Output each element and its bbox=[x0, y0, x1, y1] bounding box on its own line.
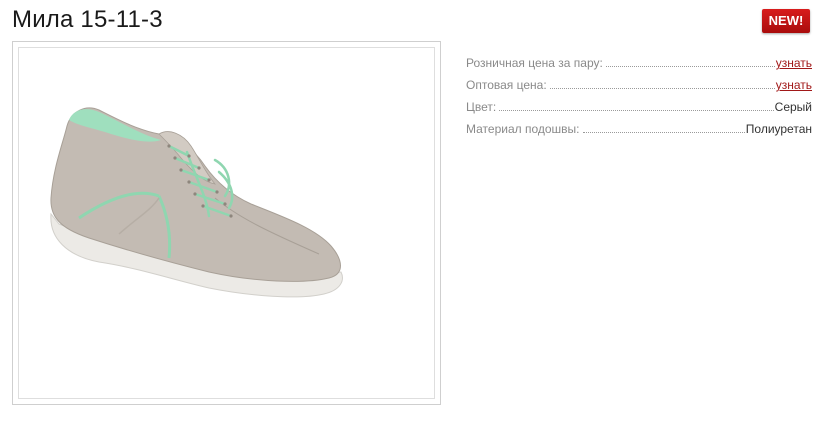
wholesale-price-link[interactable]: узнать bbox=[776, 77, 812, 93]
shoe-image bbox=[50, 107, 343, 298]
property-row-sole-material: Материал подошвы: Полиуретан bbox=[466, 115, 812, 137]
dotted-leader bbox=[549, 87, 775, 89]
product-photo[interactable] bbox=[18, 47, 435, 399]
dotted-leader bbox=[582, 131, 745, 133]
property-label: Розничная цена за пару: bbox=[466, 56, 603, 70]
property-label: Материал подошвы: bbox=[466, 122, 580, 136]
product-title: Мила 15-11-3 bbox=[12, 6, 163, 33]
new-badge: NEW! bbox=[762, 9, 810, 33]
color-value: Серый bbox=[774, 100, 812, 114]
product-photo-frame[interactable] bbox=[12, 41, 441, 405]
property-label: Цвет: bbox=[466, 100, 497, 114]
property-row-color: Цвет: Серый bbox=[466, 93, 812, 115]
dotted-leader bbox=[605, 65, 775, 67]
property-label: Оптовая цена: bbox=[466, 78, 547, 92]
property-row-wholesale-price: Оптовая цена: узнать bbox=[466, 71, 812, 93]
dotted-leader bbox=[499, 109, 774, 111]
sole-material-value: Полиуретан bbox=[745, 122, 812, 136]
property-row-retail-price: Розничная цена за пару: узнать bbox=[466, 49, 812, 71]
product-page: Мила 15-11-3 NEW! Розничная цена за пару… bbox=[0, 0, 818, 425]
product-properties: Розничная цена за пару: узнать Оптовая ц… bbox=[466, 49, 812, 137]
retail-price-link[interactable]: узнать bbox=[776, 55, 812, 71]
